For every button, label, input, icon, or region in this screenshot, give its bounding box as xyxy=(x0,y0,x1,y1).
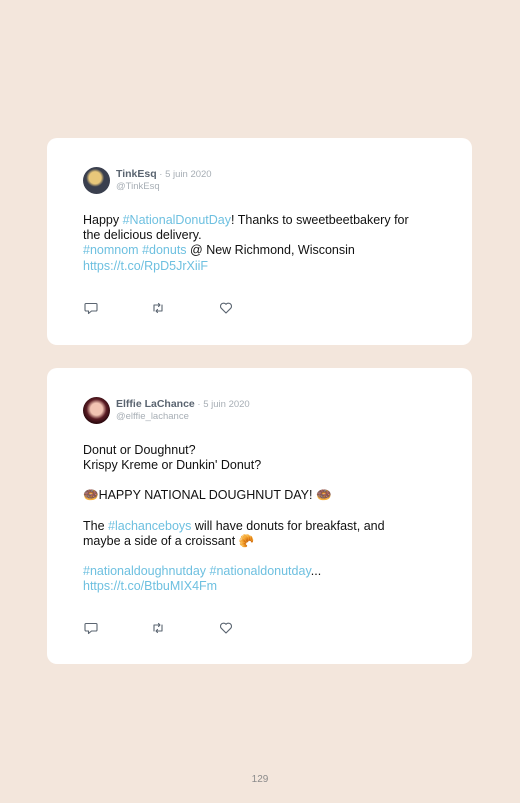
text: Donut or Doughnut? xyxy=(83,443,196,457)
hashtag-link[interactable]: #nomnom xyxy=(83,243,139,257)
hashtag-link[interactable]: #nationaldoughnutday xyxy=(83,564,206,578)
tweet-text: Donut or Doughnut? Krispy Kreme or Dunki… xyxy=(83,443,443,594)
author-line: Elffie LaChance · 5 juin 2020 xyxy=(116,398,250,410)
tweet-actions xyxy=(83,620,243,636)
reply-button[interactable] xyxy=(83,620,99,636)
hashtag-link[interactable]: #lachanceboys xyxy=(108,519,191,533)
url-link[interactable]: https://t.co/BtbuMIX4Fm xyxy=(83,579,217,593)
text: Happy xyxy=(83,213,123,227)
like-button[interactable] xyxy=(218,620,234,636)
text: The xyxy=(83,518,109,533)
text: Krispy Kreme or Dunkin' Donut? xyxy=(83,458,262,473)
hashtag-link[interactable]: #donuts xyxy=(142,243,186,257)
hashtag-link[interactable]: #NationalDonutDay xyxy=(123,213,231,227)
text: will have donuts for breakfast, and xyxy=(191,518,385,533)
author-handle[interactable]: @elffie_lachance xyxy=(116,411,189,422)
retweet-icon xyxy=(153,302,163,314)
reply-icon xyxy=(84,622,98,635)
avatar[interactable] xyxy=(83,167,110,194)
url-link[interactable]: https://t.co/RpD5JrXiiF xyxy=(83,259,208,273)
retweet-icon xyxy=(153,622,163,634)
like-button[interactable] xyxy=(218,300,234,316)
text: 🍩HAPPY NATIONAL DOUGHNUT DAY! 🍩 xyxy=(83,488,332,503)
author-name[interactable]: Elffie LaChance xyxy=(116,398,195,410)
avatar[interactable] xyxy=(83,397,110,424)
ellipsis: ... xyxy=(310,564,322,579)
page-number: 129 xyxy=(251,774,269,785)
author-handle[interactable]: @TinkEsq xyxy=(116,181,160,192)
tweet-card: Elffie LaChance · 5 juin 2020 @elffie_la… xyxy=(47,368,472,664)
retweet-button[interactable] xyxy=(150,300,166,316)
like-icon xyxy=(220,622,232,634)
retweet-button[interactable] xyxy=(150,620,166,636)
tweet-actions xyxy=(83,300,243,316)
tweet-date: · 5 juin 2020 xyxy=(156,169,212,180)
author-line: TinkEsq · 5 juin 2020 xyxy=(116,168,212,180)
hashtag-link[interactable]: #nationaldonutday xyxy=(210,564,311,578)
text: the delicious delivery. xyxy=(83,228,202,243)
reply-button[interactable] xyxy=(83,300,99,316)
text: maybe a side of a croissant 🥐 xyxy=(83,533,255,548)
text: @ New Richmond, Wisconsin xyxy=(186,243,355,258)
text: ! Thanks to sweetbeetbakery for xyxy=(231,213,409,227)
author-name[interactable]: TinkEsq xyxy=(116,168,157,180)
like-icon xyxy=(220,302,232,314)
reply-icon xyxy=(84,302,98,315)
tweet-date: · 5 juin 2020 xyxy=(194,399,250,410)
tweet-text: Happy #NationalDonutDay! Thanks to sweet… xyxy=(83,213,443,274)
tweet-card: TinkEsq · 5 juin 2020 @TinkEsq Happy #Na… xyxy=(47,138,472,345)
